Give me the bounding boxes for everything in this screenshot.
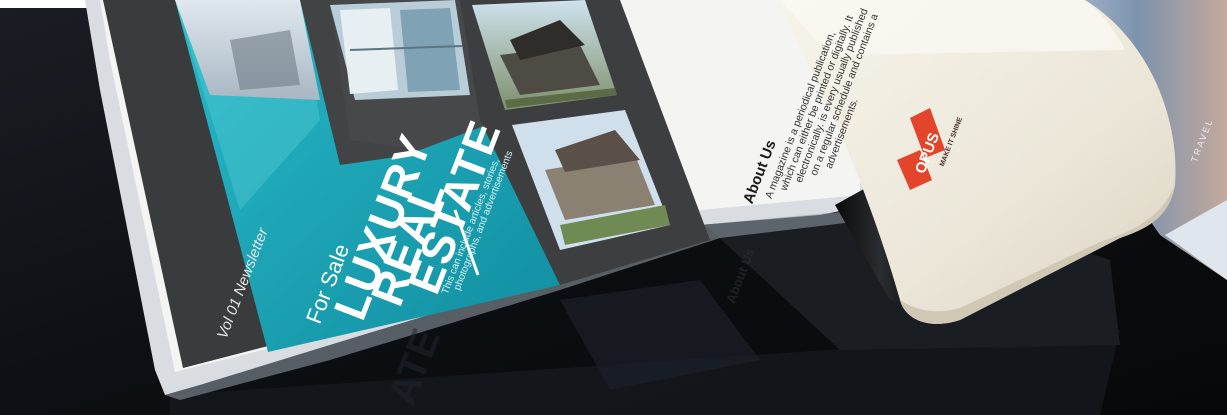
building-2-glass <box>400 8 460 92</box>
building-1-window <box>230 30 300 90</box>
photo-scene: Vol 01 Newsletter For Sale LUXURY REAL E… <box>0 0 1227 415</box>
scene-graphics <box>0 0 1227 415</box>
building-2-wall <box>340 8 398 94</box>
